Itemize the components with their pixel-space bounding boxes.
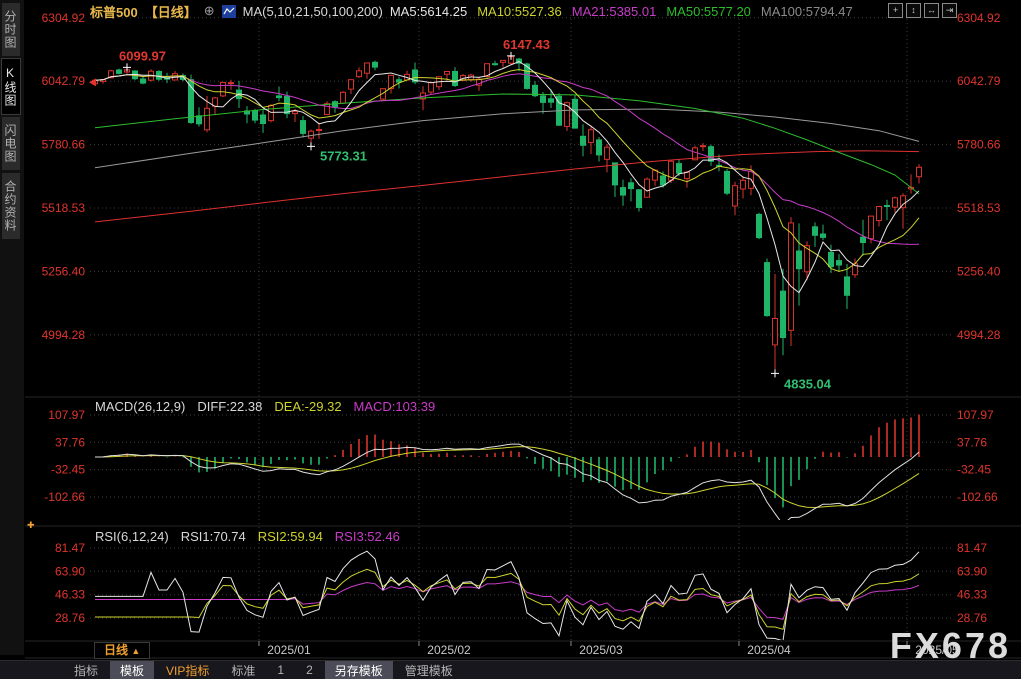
add-indicator-icon[interactable]: ⊕ bbox=[204, 3, 215, 19]
gridlines-layer bbox=[25, 15, 1021, 658]
y-scale-icon[interactable]: ↕ bbox=[906, 3, 921, 18]
period-label: 日线 bbox=[104, 643, 128, 657]
symbol-title: 标普500 bbox=[90, 2, 138, 21]
left-sidebar: 分时图 K线图闪电图合约资料 bbox=[0, 0, 24, 655]
rsi-label-part-3: RSI3:52.46 bbox=[335, 529, 400, 544]
tab-0[interactable]: 指标 bbox=[64, 661, 108, 679]
svg-text:28.76: 28.76 bbox=[957, 611, 987, 625]
svg-text:5256.40: 5256.40 bbox=[42, 264, 86, 278]
svg-text:-102.66: -102.66 bbox=[44, 490, 85, 504]
macd-label-part-2: DEA:-29.32 bbox=[274, 399, 341, 414]
svg-text:2025/03: 2025/03 bbox=[579, 643, 623, 657]
price-pointer-icon bbox=[89, 78, 96, 86]
bottom-tab-bar: 指标模板VIP指标标准12另存模板管理模板 bbox=[0, 660, 1021, 679]
ma-lines-layer bbox=[95, 62, 919, 293]
svg-text:81.47: 81.47 bbox=[957, 541, 987, 555]
ma-value-4: MA100:5794.47 bbox=[761, 4, 853, 19]
price-chart-svg[interactable]: ✚ 6099.97 5773.31 6147.43 4835.04 6304.92 6304… bbox=[0, 0, 1021, 679]
ma-value-1: MA10:5527.36 bbox=[477, 4, 562, 19]
ma-value-2: MA21:5385.01 bbox=[572, 4, 657, 19]
tab-6[interactable]: 另存模板 bbox=[325, 661, 393, 679]
svg-text:4994.28: 4994.28 bbox=[957, 328, 1001, 342]
svg-text:6147.43: 6147.43 bbox=[503, 37, 550, 52]
svg-text:2025/01: 2025/01 bbox=[267, 643, 311, 657]
svg-text:5780.66: 5780.66 bbox=[42, 138, 86, 152]
macd-label-part-3: MACD:103.39 bbox=[354, 399, 436, 414]
svg-text:37.76: 37.76 bbox=[957, 435, 987, 449]
svg-text:4835.04: 4835.04 bbox=[784, 376, 832, 391]
period-selector[interactable]: 日线 ▲ bbox=[94, 642, 150, 659]
rsi-label-part-1: RSI1:70.74 bbox=[181, 529, 246, 544]
svg-text:-32.45: -32.45 bbox=[51, 463, 85, 477]
svg-text:46.33: 46.33 bbox=[957, 588, 987, 602]
tab-2[interactable]: VIP指标 bbox=[156, 661, 219, 679]
svg-text:-32.45: -32.45 bbox=[957, 463, 991, 477]
chart-header: 标普500 【日线】 ⊕ MA(5,10,21,50,100,200) MA5:… bbox=[90, 2, 853, 20]
x-axis-layer: 2025/012025/022025/032025/042025/05 bbox=[259, 641, 959, 657]
ma-value-3: MA50:5577.20 bbox=[666, 4, 751, 19]
tab-3[interactable]: 标准 bbox=[221, 661, 265, 679]
x-scale-icon[interactable]: ↔ bbox=[924, 3, 939, 18]
pan-right-icon[interactable]: ⇥ bbox=[942, 3, 957, 18]
chart-toolbar: +↕↔⇥ bbox=[888, 3, 957, 18]
tab-4[interactable]: 1 bbox=[267, 662, 294, 678]
period-tag: 【日线】 bbox=[145, 2, 197, 21]
indicator-chart-icon bbox=[222, 5, 236, 18]
svg-text:6304.92: 6304.92 bbox=[42, 11, 86, 25]
svg-text:-102.66: -102.66 bbox=[957, 490, 998, 504]
svg-text:37.76: 37.76 bbox=[55, 435, 85, 449]
macd-label-part-0: MACD(26,12,9) bbox=[95, 399, 185, 414]
macd-label-part-1: DIFF:22.38 bbox=[197, 399, 262, 414]
watermark: FX678 bbox=[890, 625, 1011, 667]
panel-settings-icon[interactable]: ✚ bbox=[27, 520, 35, 530]
ma-params-label: MA(5,10,21,50,100,200) bbox=[243, 4, 383, 19]
svg-text:6042.79: 6042.79 bbox=[957, 74, 1001, 88]
sidebar-item-2[interactable]: 闪电图 bbox=[2, 117, 20, 170]
svg-text:5518.53: 5518.53 bbox=[957, 201, 1001, 215]
svg-text:107.97: 107.97 bbox=[48, 408, 85, 422]
rsi-header: RSI(6,12,24) RSI1:70.74 RSI2:59.94 RSI3:52.… bbox=[95, 529, 400, 544]
svg-text:5518.53: 5518.53 bbox=[42, 201, 86, 215]
rsi-label-part-2: RSI2:59.94 bbox=[258, 529, 323, 544]
sidebar-item-0[interactable]: 分时图 bbox=[2, 3, 20, 56]
svg-text:107.97: 107.97 bbox=[957, 408, 994, 422]
tab-5[interactable]: 2 bbox=[296, 662, 323, 678]
ma-values: MA5:5614.25 MA10:5527.36 MA21:5385.01 MA50:… bbox=[390, 4, 853, 19]
svg-text:63.90: 63.90 bbox=[957, 564, 987, 578]
svg-text:2025/04: 2025/04 bbox=[747, 643, 791, 657]
svg-text:63.90: 63.90 bbox=[55, 564, 85, 578]
svg-text:4994.28: 4994.28 bbox=[42, 328, 86, 342]
svg-text:6099.97: 6099.97 bbox=[119, 48, 166, 63]
ma-value-0: MA5:5614.25 bbox=[390, 4, 467, 19]
tab-1[interactable]: 模板 bbox=[110, 661, 154, 679]
svg-text:5780.66: 5780.66 bbox=[957, 138, 1001, 152]
crosshair-icon[interactable]: + bbox=[888, 3, 903, 18]
svg-text:5773.31: 5773.31 bbox=[320, 148, 367, 163]
svg-text:6042.79: 6042.79 bbox=[42, 74, 86, 88]
trading-app-window: 分时图 K线图闪电图合约资料 标普500 【日线】 ⊕ MA(5,10,21,50… bbox=[0, 0, 1021, 679]
rsi-layer bbox=[95, 551, 919, 641]
tab-7[interactable]: 管理模板 bbox=[395, 661, 463, 679]
svg-text:5256.40: 5256.40 bbox=[957, 264, 1001, 278]
svg-text:81.47: 81.47 bbox=[55, 541, 85, 555]
macd-header: MACD(26,12,9) DIFF:22.38 DEA:-29.32 MACD:10… bbox=[95, 399, 435, 414]
sidebar-item-1[interactable]: K线图 bbox=[2, 59, 20, 114]
rsi-label-part-0: RSI(6,12,24) bbox=[95, 529, 169, 544]
period-arrow-icon: ▲ bbox=[131, 646, 140, 656]
svg-text:2025/02: 2025/02 bbox=[427, 643, 471, 657]
sidebar-item-3[interactable]: 合约资料 bbox=[2, 173, 20, 239]
svg-text:28.76: 28.76 bbox=[55, 611, 85, 625]
candles-layer bbox=[93, 56, 922, 374]
svg-text:6304.92: 6304.92 bbox=[957, 11, 1001, 25]
svg-text:46.33: 46.33 bbox=[55, 588, 85, 602]
